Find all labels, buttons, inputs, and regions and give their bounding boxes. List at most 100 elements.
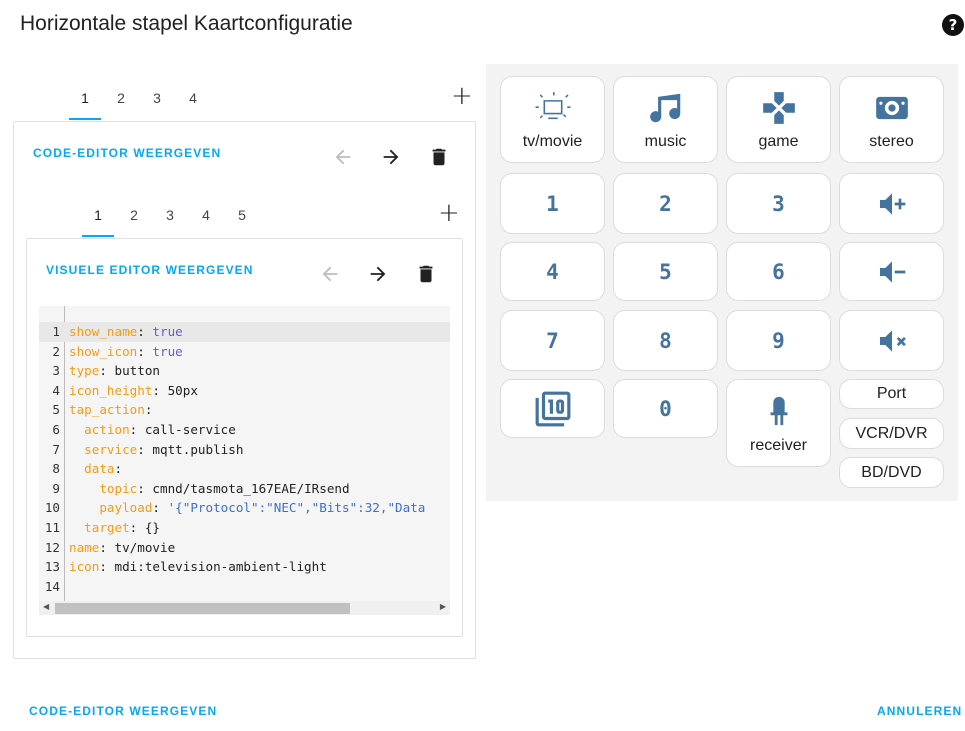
code-token: : cmnd/tasmota_167EAE/IRsend <box>137 480 350 496</box>
code-line[interactable]: 6 action: call-service <box>39 420 450 440</box>
code-token: action <box>84 422 130 437</box>
code-line[interactable]: 13 icon: mdi:television-ambient-light <box>39 557 450 577</box>
code-line[interactable]: 12 name: tv/movie <box>39 538 450 558</box>
scrollbar-thumb[interactable] <box>55 603 350 614</box>
inner-tab-2[interactable]: 2 <box>116 197 152 237</box>
outer-tab-2[interactable]: 2 <box>103 80 139 120</box>
code-token: : mdi:television-ambient-light <box>99 559 327 575</box>
code-token: true <box>152 343 183 359</box>
code-line[interactable]: 1 show_name: true <box>39 322 450 342</box>
code-text: show_icon: true <box>69 342 183 362</box>
code-text: topic: cmnd/tasmota_167EAE/IRsend <box>69 479 350 499</box>
line-number: 6 <box>52 422 60 437</box>
yaml-code-editor[interactable]: 1 show_name: true 2 show_icon: true 3 type: b… <box>39 306 450 615</box>
inner-visual-editor-toggle[interactable]: VISUELE EDITOR WEERGEVEN <box>46 263 254 277</box>
cancel-button[interactable]: ANNULEREN <box>877 704 962 718</box>
code-line[interactable]: 10 payload: '{"Protocol":"NEC","Bits":32… <box>39 498 450 518</box>
outer-tab-4[interactable]: 4 <box>175 80 211 120</box>
stereo-button[interactable]: stereo <box>839 76 944 163</box>
source-port-button[interactable]: Port <box>839 379 944 409</box>
receiver-button[interactable]: receiver <box>726 379 831 467</box>
outer-tab-1[interactable]: 1 <box>67 80 103 120</box>
code-text: payload: '{"Protocol":"NEC","Bits":32,"D… <box>69 498 425 518</box>
outer-add-tab-icon[interactable]: + <box>451 83 473 109</box>
code-line[interactable]: 4 icon_height: 50px <box>39 381 450 401</box>
pages-button[interactable] <box>500 379 605 438</box>
outer-tab-3[interactable]: 3 <box>139 80 175 120</box>
inner-tab-3[interactable]: 3 <box>152 197 188 237</box>
code-token: '{"Protocol":"NEC","Bits":32,"Data <box>167 500 426 516</box>
scroll-left-arrow-icon[interactable]: ◀ <box>43 602 49 611</box>
music-note-icon <box>649 93 680 122</box>
inner-delete-icon[interactable] <box>414 262 438 286</box>
mute-button[interactable] <box>839 310 944 371</box>
code-text: data: <box>69 459 122 479</box>
help-icon[interactable]: ? <box>942 14 964 36</box>
inner-add-tab-icon[interactable]: + <box>438 200 460 226</box>
digit-3-button[interactable]: 3 <box>726 173 831 234</box>
outer-arrow-left-icon[interactable] <box>331 145 355 169</box>
line-number: 7 <box>52 441 60 457</box>
digit-2-button[interactable]: 2 <box>613 173 718 234</box>
line-number: 3 <box>52 363 60 379</box>
digit-7-icon: 7 <box>546 328 559 353</box>
inner-tab-5[interactable]: 5 <box>224 197 260 237</box>
music-button[interactable]: music <box>613 76 718 163</box>
digit-8-button[interactable]: 8 <box>613 310 718 371</box>
digit-7-button[interactable]: 7 <box>500 310 605 371</box>
line-number: 14 <box>44 578 60 594</box>
game-label: game <box>758 132 799 150</box>
code-token: service <box>84 441 138 457</box>
code-text: type: button <box>69 361 160 381</box>
code-token: : <box>137 343 153 359</box>
code-line[interactable]: 14 <box>39 577 450 597</box>
source-vcr-dvr-button[interactable]: VCR/DVR <box>839 418 944 449</box>
line-number: 9 <box>52 480 60 496</box>
outer-arrow-right-icon[interactable] <box>379 145 403 169</box>
inner-arrow-right-icon[interactable] <box>366 262 390 286</box>
code-token: topic <box>99 480 138 496</box>
code-line[interactable]: 5 tap_action: <box>39 400 450 420</box>
outer-delete-icon[interactable] <box>427 145 451 169</box>
code-token: : <box>114 461 123 477</box>
digit-9-button[interactable]: 9 <box>726 310 831 371</box>
digit-3-icon: 3 <box>772 191 785 216</box>
digit-6-button[interactable]: 6 <box>726 242 831 301</box>
code-token: : <box>144 402 153 418</box>
source-bd-dvd-button[interactable]: BD/DVD <box>839 457 944 488</box>
digit-5-button[interactable]: 5 <box>613 242 718 301</box>
digit-1-icon: 1 <box>546 191 559 216</box>
code-token: icon_height <box>69 382 153 398</box>
line-number: 1 <box>52 324 60 339</box>
code-token: show_icon <box>69 343 138 359</box>
volume-up-button[interactable] <box>839 173 944 234</box>
inner-tab-1[interactable]: 1 <box>80 197 116 237</box>
line-number: 2 <box>52 343 60 359</box>
inner-tab-4[interactable]: 4 <box>188 197 224 237</box>
inner-arrow-left-icon[interactable] <box>318 262 342 286</box>
outer-code-editor-toggle[interactable]: CODE-EDITOR WEERGEVEN <box>33 146 221 160</box>
code-line[interactable]: 9 topic: cmnd/tasmota_167EAE/IRsend <box>39 479 450 499</box>
digit-0-button[interactable]: 0 <box>613 379 718 438</box>
game-button[interactable]: game <box>726 76 831 163</box>
code-line[interactable]: 11 target: {} <box>39 518 450 538</box>
code-line[interactable]: 8 data: <box>39 459 450 479</box>
code-line[interactable]: 3 type: button <box>39 361 450 381</box>
speaker-icon <box>875 96 908 119</box>
digit-0-icon: 0 <box>659 396 672 421</box>
code-token: : tv/movie <box>99 539 176 555</box>
volume-down-button[interactable] <box>839 242 944 301</box>
line-number: 12 <box>44 539 60 555</box>
digit-1-button[interactable]: 1 <box>500 173 605 234</box>
television-ambient-light-icon <box>535 91 570 119</box>
code-line[interactable]: 2 show_icon: true <box>39 342 450 362</box>
scroll-right-arrow-icon[interactable]: ▶ <box>440 602 446 611</box>
code-line[interactable]: 7 service: mqtt.publish <box>39 440 450 460</box>
footer-code-editor-toggle[interactable]: CODE-EDITOR WEERGEVEN <box>29 704 217 718</box>
tv-movie-button[interactable]: tv/movie <box>500 76 605 163</box>
horizontal-scrollbar[interactable]: ◀ ▶ <box>39 601 450 615</box>
digit-4-button[interactable]: 4 <box>500 242 605 301</box>
